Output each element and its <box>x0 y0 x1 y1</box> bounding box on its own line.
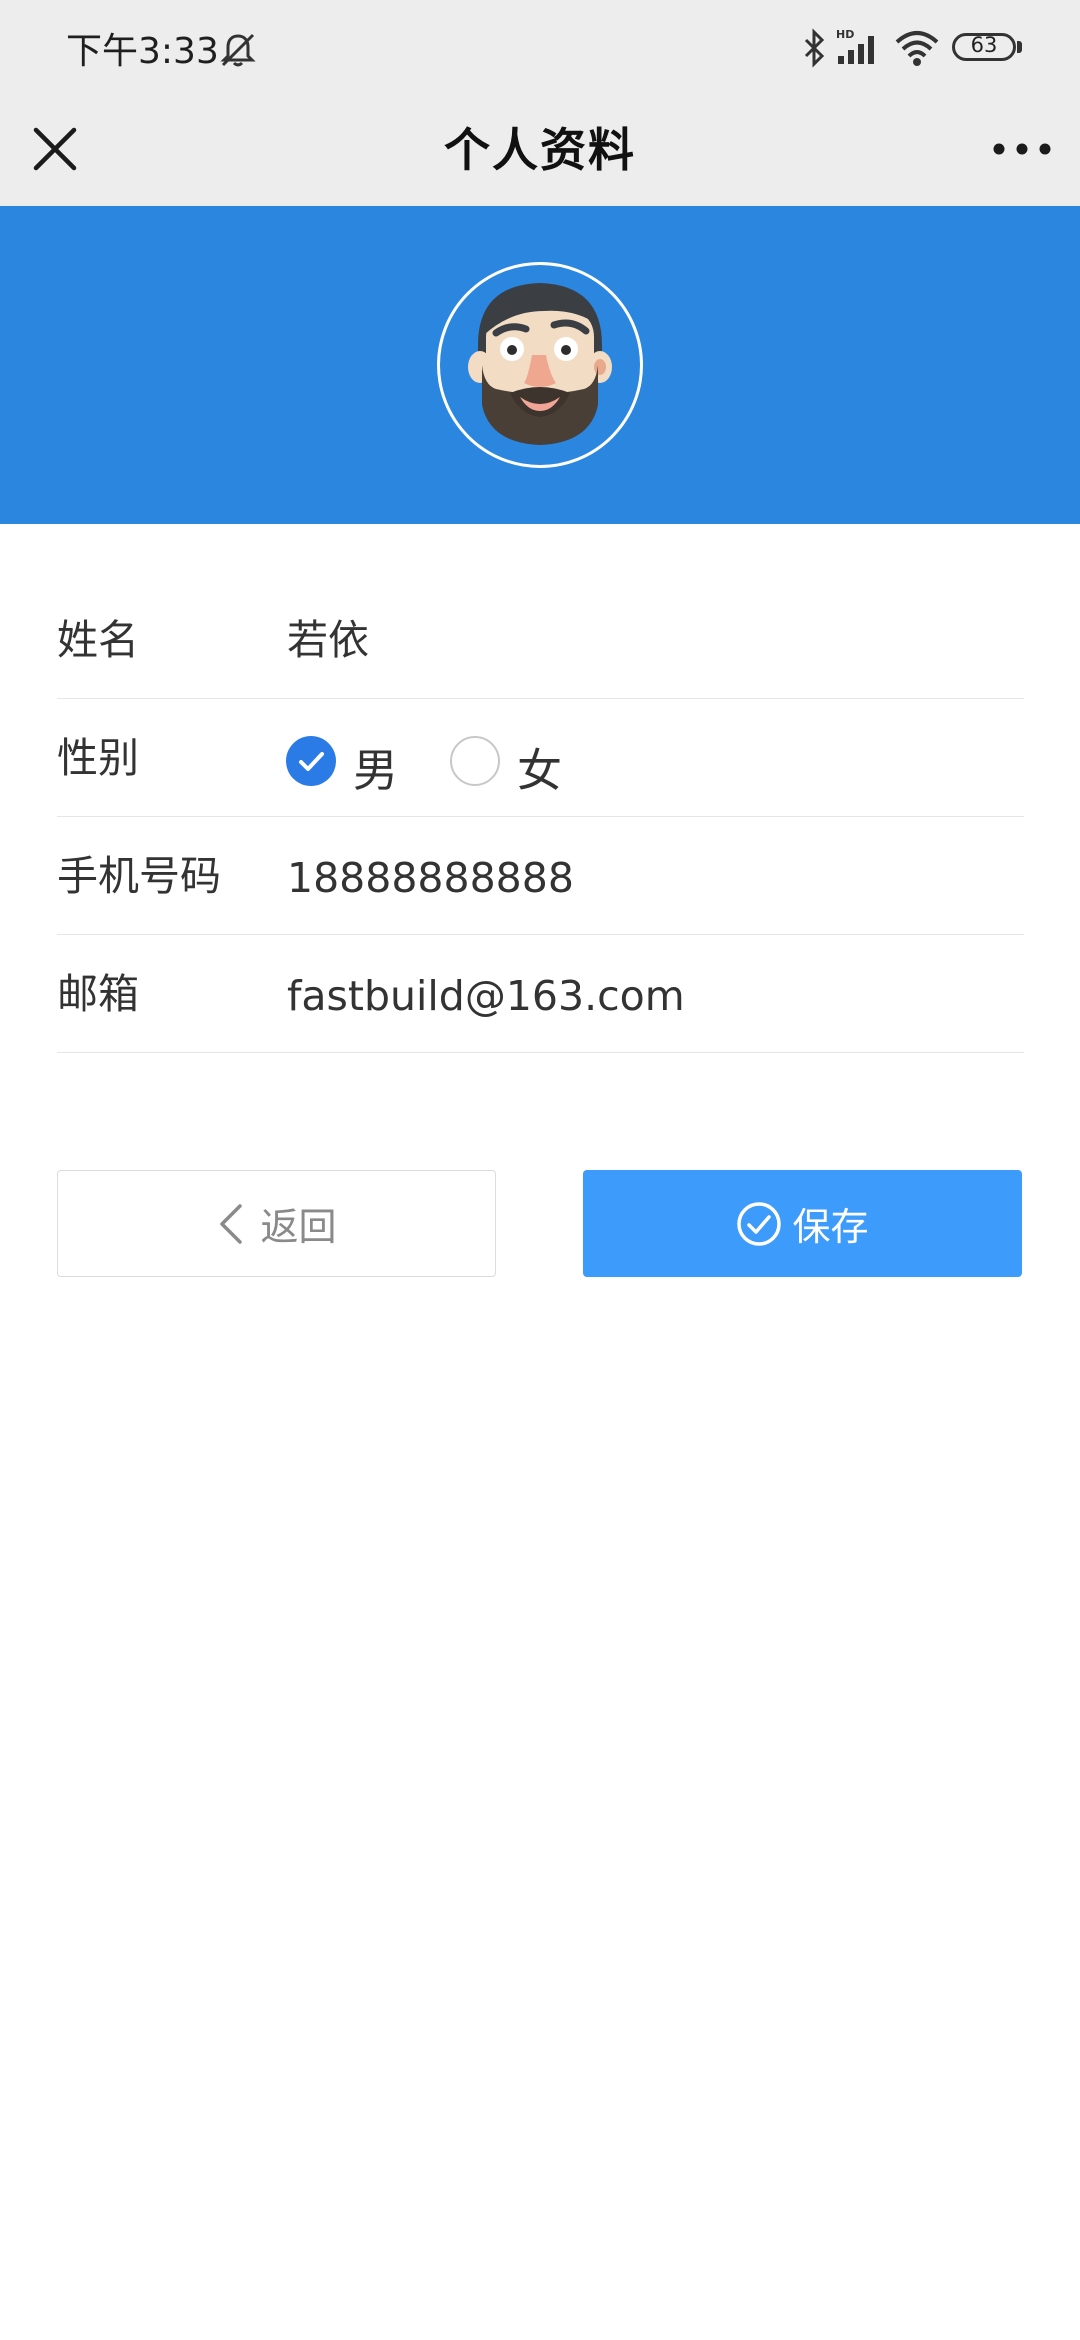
name-label: 姓名 <box>57 616 139 664</box>
battery-level: 63 <box>970 33 998 57</box>
hd-signal-icon: HD <box>836 28 874 64</box>
wifi-icon <box>895 31 939 66</box>
battery-tip <box>1017 41 1022 53</box>
back-button-content: 返回 <box>58 1171 495 1276</box>
more-icon[interactable] <box>984 116 1060 182</box>
email-field[interactable]: fastbuild@163.com <box>287 972 685 1020</box>
mute-bell-icon <box>220 33 256 67</box>
svg-text:HD: HD <box>836 28 854 41</box>
profile-header <box>0 206 1080 524</box>
gender-female-label: 女 <box>517 744 563 797</box>
status-time: 下午3:33 <box>66 31 219 72</box>
check-circle-icon <box>737 1201 782 1246</box>
battery-icon: 63 <box>952 33 1016 61</box>
page-title: 个人资料 <box>444 123 636 177</box>
name-row: 姓名 若依 <box>57 524 1024 699</box>
back-button[interactable]: 返回 <box>57 1170 496 1277</box>
save-button[interactable]: 保存 <box>583 1170 1022 1277</box>
status-bar: 下午3:33 HD 63 <box>0 0 1080 96</box>
save-button-content: 保存 <box>583 1170 1022 1277</box>
profile-form: 姓名 若依 性别 男 女 手机号码 18888888888 邮箱 fastbui… <box>57 524 1024 1053</box>
gender-row: 性别 男 女 <box>57 699 1024 817</box>
back-button-label: 返回 <box>260 1205 337 1249</box>
gender-option-male[interactable]: 男 <box>286 732 406 797</box>
gender-label: 性别 <box>57 734 139 782</box>
avatar[interactable] <box>437 262 643 468</box>
phone-row: 手机号码 18888888888 <box>57 817 1024 935</box>
gender-option-female[interactable]: 女 <box>450 732 570 797</box>
gender-male-label: 男 <box>353 744 399 797</box>
email-label: 邮箱 <box>57 970 139 1018</box>
name-field[interactable]: 若依 <box>287 606 369 666</box>
radio-checked-icon[interactable] <box>286 736 336 786</box>
bearded-man-avatar-icon <box>468 283 612 445</box>
chevron-left-icon <box>220 1203 243 1244</box>
title-bar: 个人资料 <box>0 96 1080 206</box>
phone-field[interactable]: 18888888888 <box>287 854 574 902</box>
save-button-label: 保存 <box>792 1205 869 1249</box>
radio-unchecked-icon[interactable] <box>450 736 500 786</box>
bluetooth-icon <box>804 28 825 68</box>
phone-label: 手机号码 <box>57 852 221 900</box>
email-row: 邮箱 fastbuild@163.com <box>57 935 1024 1053</box>
